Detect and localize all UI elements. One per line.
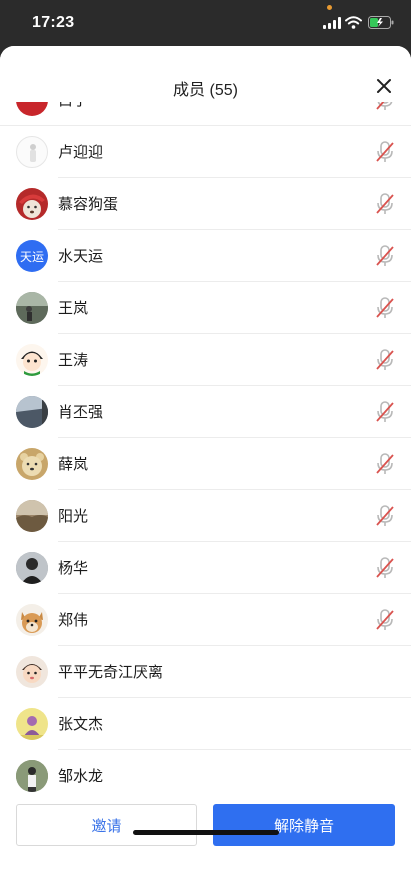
member-row[interactable]: 慕容狗蛋 <box>0 178 411 230</box>
sheet-header: 成员 (55) <box>0 46 411 102</box>
avatar <box>16 760 48 792</box>
member-name: 薛岚 <box>58 455 89 473</box>
muted-mic-icon <box>376 141 394 162</box>
member-name: 阳光 <box>58 507 89 525</box>
avatar <box>16 552 48 584</box>
member-name: 卢迎迎 <box>58 143 104 161</box>
member-row[interactable]: 王岚 <box>0 282 411 334</box>
avatar <box>16 344 48 376</box>
avatar <box>16 396 48 428</box>
avatar <box>16 292 48 324</box>
muted-mic-icon <box>376 102 393 110</box>
muted-mic-icon <box>376 349 394 370</box>
member-row[interactable]: 薛岚 <box>0 438 411 490</box>
muted-mic-icon <box>376 453 394 474</box>
avatar <box>16 708 48 740</box>
member-row[interactable]: 张文杰 <box>0 698 411 750</box>
member-name: 王涛 <box>58 351 89 369</box>
member-name: 平平无奇江厌离 <box>58 663 164 681</box>
member-name: 王岚 <box>58 299 89 317</box>
avatar-text: 天运 <box>16 240 48 272</box>
unmute-all-button[interactable]: 解除静音 <box>213 804 395 846</box>
member-list[interactable]: 白子 卢迎迎 <box>0 102 411 796</box>
avatar <box>16 604 48 636</box>
member-name: 张文杰 <box>58 715 104 733</box>
member-row[interactable]: 阳光 <box>0 490 411 542</box>
muted-mic-icon <box>376 609 394 630</box>
signal-icon <box>323 17 341 29</box>
status-bar: 17:23 <box>0 0 411 50</box>
member-name: 慕容狗蛋 <box>58 195 119 213</box>
member-row[interactable]: 天运 水天运 <box>0 230 411 282</box>
muted-mic-icon <box>376 557 394 578</box>
muted-mic-icon <box>376 193 394 214</box>
member-name: 白子 <box>58 102 88 110</box>
member-row[interactable]: 杨华 <box>0 542 411 594</box>
avatar <box>16 188 48 220</box>
close-icon[interactable] <box>374 76 394 96</box>
member-name: 肖丕强 <box>58 403 104 421</box>
avatar <box>16 656 48 688</box>
members-sheet: 白子 卢迎迎 <box>0 46 411 890</box>
bottom-action-bar: 邀请 解除静音 <box>0 796 411 890</box>
status-time: 17:23 <box>32 14 75 31</box>
muted-mic-icon <box>376 297 394 318</box>
member-name: 郑伟 <box>58 611 89 629</box>
member-row[interactable]: 邹水龙 <box>0 750 411 796</box>
wifi-icon <box>345 16 362 29</box>
member-row[interactable]: 平平无奇江厌离 <box>0 646 411 698</box>
member-row[interactable]: 卢迎迎 <box>0 126 411 178</box>
avatar: 天运 <box>16 240 48 272</box>
muted-mic-icon <box>376 505 394 526</box>
avatar <box>16 102 48 116</box>
member-name: 邹水龙 <box>58 767 104 785</box>
member-name: 杨华 <box>58 559 89 577</box>
member-name: 水天运 <box>58 247 104 265</box>
avatar <box>16 500 48 532</box>
member-row[interactable]: 郑伟 <box>0 594 411 646</box>
invite-button[interactable]: 邀请 <box>16 804 197 846</box>
muted-mic-icon <box>376 401 394 422</box>
member-row-partial[interactable]: 白子 <box>0 102 411 126</box>
sheet-title: 成员 (55) <box>173 82 238 99</box>
muted-mic-icon <box>376 245 394 266</box>
member-row[interactable]: 肖丕强 <box>0 386 411 438</box>
battery-icon <box>368 16 394 29</box>
avatar <box>16 448 48 480</box>
privacy-indicator-dot <box>327 5 332 10</box>
member-row[interactable]: 王涛 <box>0 334 411 386</box>
home-indicator[interactable] <box>133 830 279 835</box>
avatar <box>16 136 48 168</box>
